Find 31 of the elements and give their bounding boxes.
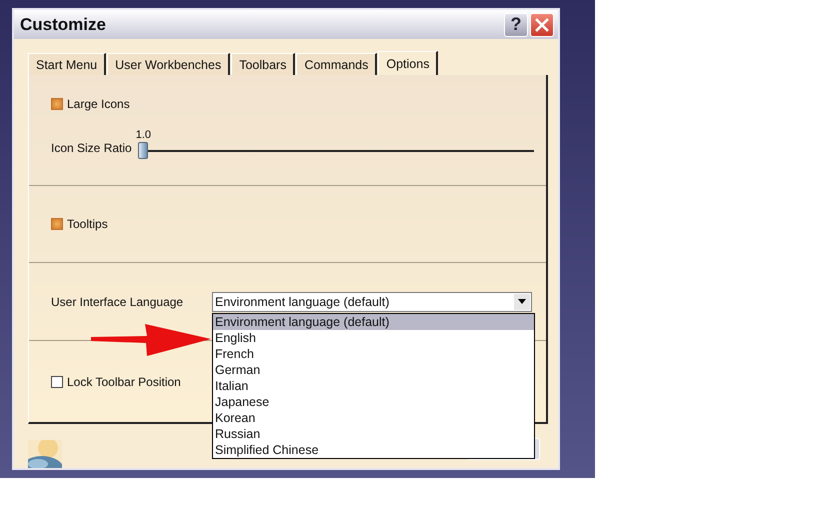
tab[interactable]: Options [378,51,438,75]
dropdown-item[interactable]: Simplified Chinese [213,442,534,458]
dropdown-item[interactable]: French [213,346,534,362]
help-button[interactable]: ? [504,12,528,36]
dropdown-button[interactable] [514,294,530,310]
tab[interactable]: Start Menu [28,53,106,75]
language-dropdown[interactable]: Environment language (default) [212,292,532,312]
dropdown-item[interactable]: English [213,330,534,346]
dropdown-item[interactable]: Russian [213,426,534,442]
dropdown-item[interactable]: Italian [213,378,534,394]
dropdown-item[interactable]: Environment language (default) [213,314,534,330]
caret-icon [518,299,526,304]
checkbox[interactable] [51,98,63,110]
close-icon [535,18,549,32]
slider-value: 1.0 [136,129,152,141]
close-button[interactable] [530,12,554,36]
tab[interactable]: Toolbars [231,53,296,75]
dropdown-item[interactable]: German [213,362,534,378]
checkbox-label: Tooltips [67,217,108,231]
slider-thumb[interactable] [138,142,148,159]
window-title: Customize [20,14,106,34]
dropdown-item[interactable]: Japanese [213,394,534,410]
checkbox-label: Lock Toolbar Position [67,374,181,388]
slider-label: Icon Size Ratio [51,141,132,155]
language-label: User Interface Language [51,294,184,308]
checkbox-label: Large Icons [67,97,130,111]
tab[interactable]: Commands [296,53,378,75]
checkbox[interactable] [51,376,63,388]
tab[interactable]: User Workbenches [107,53,230,75]
checkbox[interactable] [51,218,63,230]
dropdown-item[interactable]: Korean [213,410,534,426]
